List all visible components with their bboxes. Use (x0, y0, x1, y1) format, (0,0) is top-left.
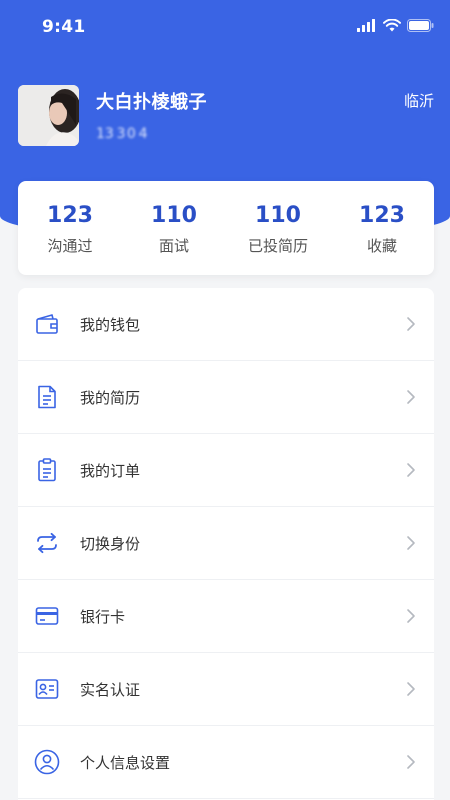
wallet-icon (34, 311, 60, 337)
city-selector[interactable]: 临沂 (404, 90, 434, 111)
stat-resumes-sent[interactable]: 110 已投简历 (226, 181, 330, 275)
menu-label: 银行卡 (80, 607, 126, 626)
menu-list: 我的钱包 我的简历 我的订单 切换身份 银行卡 实名认证 个人信息设置 (18, 288, 434, 800)
menu-label: 个人信息设置 (80, 753, 171, 772)
order-icon (34, 457, 60, 483)
status-bar: 9:41 (0, 0, 450, 54)
stat-interviews[interactable]: 110 面试 (122, 181, 226, 275)
menu-item-switch-identity[interactable]: 切换身份 (18, 507, 434, 580)
stat-value: 123 (47, 203, 93, 228)
menu-item-orders[interactable]: 我的订单 (18, 434, 434, 507)
chevron-right-icon (407, 317, 415, 331)
menu-item-bank-card[interactable]: 银行卡 (18, 580, 434, 653)
user-phone: 13 3 0 4 (96, 126, 151, 142)
stat-label: 面试 (158, 237, 189, 255)
chevron-right-icon (407, 536, 415, 550)
menu-item-wallet[interactable]: 我的钱包 (18, 288, 434, 361)
stat-label: 已投简历 (247, 237, 308, 255)
stat-label: 沟通过 (47, 237, 93, 255)
chevron-right-icon (407, 463, 415, 477)
stat-value: 110 (151, 203, 197, 228)
bank-card-icon (34, 603, 60, 629)
menu-label: 切换身份 (80, 534, 141, 553)
resume-icon (34, 384, 60, 410)
stat-value: 110 (255, 203, 301, 228)
stats-card: 123 沟通过 110 面试 110 已投简历 123 收藏 (18, 181, 434, 275)
stat-label: 收藏 (366, 237, 397, 255)
menu-label: 我的钱包 (80, 315, 141, 334)
menu-label: 我的订单 (80, 461, 141, 480)
status-time: 9:41 (42, 17, 86, 37)
stat-favorites[interactable]: 123 收藏 (330, 181, 434, 275)
id-card-icon (34, 676, 60, 702)
menu-label: 实名认证 (80, 680, 141, 699)
switch-icon (34, 530, 60, 556)
menu-item-personal-settings[interactable]: 个人信息设置 (18, 726, 434, 799)
chevron-right-icon (407, 609, 415, 623)
menu-label: 我的简历 (80, 388, 141, 407)
chevron-right-icon (407, 755, 415, 769)
menu-item-resume[interactable]: 我的简历 (18, 361, 434, 434)
chevron-right-icon (407, 390, 415, 404)
wifi-icon (383, 18, 401, 31)
stat-contacted[interactable]: 123 沟通过 (18, 181, 122, 275)
status-icons (357, 17, 434, 33)
avatar-photo-icon (18, 85, 79, 146)
stat-value: 123 (359, 203, 405, 228)
user-icon (34, 749, 60, 775)
battery-icon (407, 18, 434, 32)
menu-item-real-name-verification[interactable]: 实名认证 (18, 653, 434, 726)
signal-icon (357, 18, 375, 32)
avatar[interactable] (18, 85, 79, 146)
chevron-right-icon (407, 682, 415, 696)
user-name: 大白扑棱蛾子 (96, 92, 207, 113)
